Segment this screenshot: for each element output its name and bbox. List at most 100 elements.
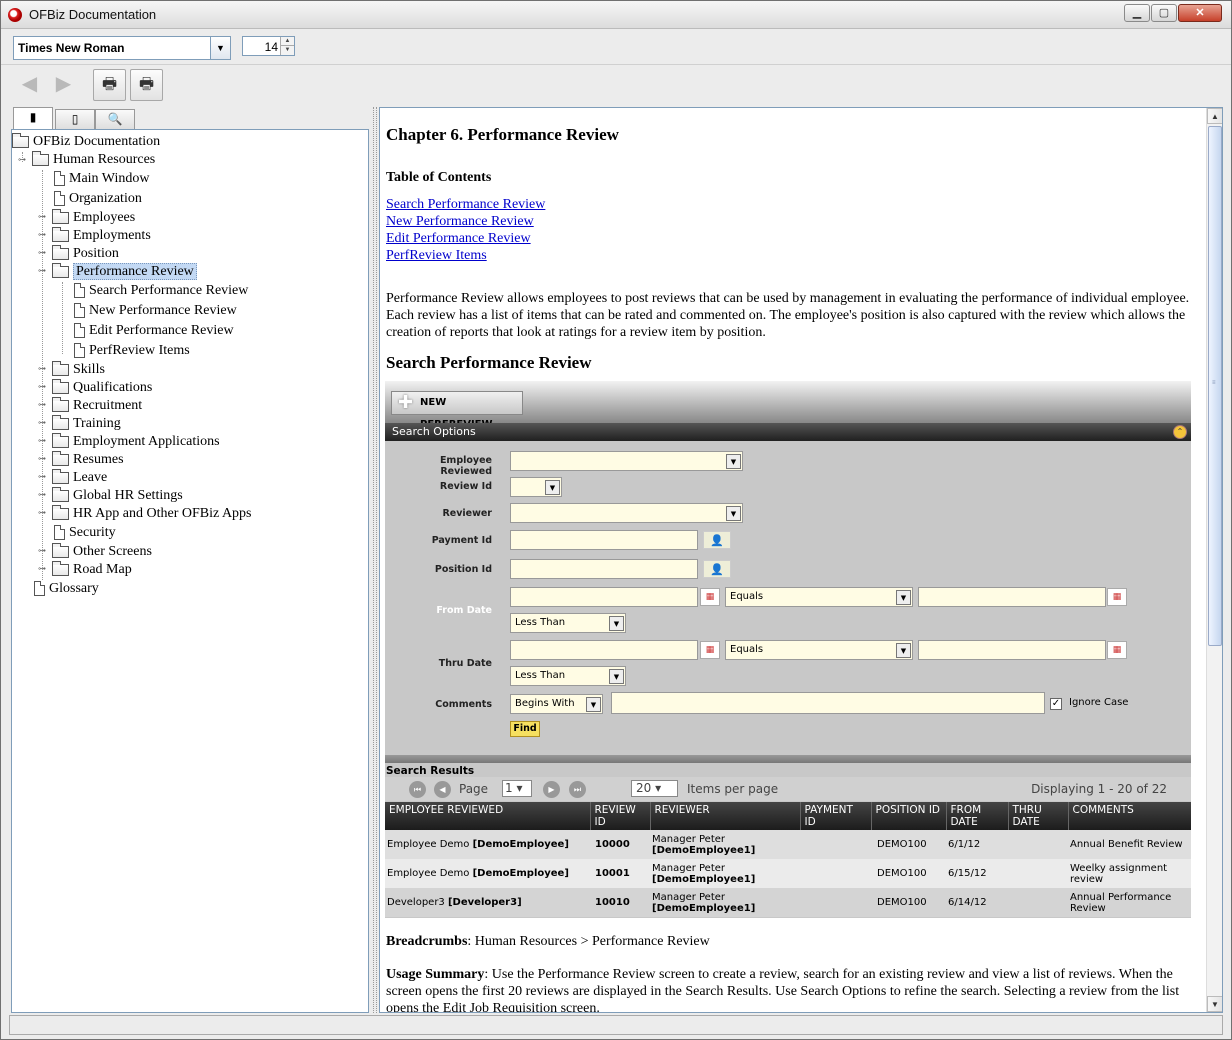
usage-text: : Use the Performance Review screen to c…: [386, 967, 1180, 1013]
font-family-select[interactable]: Times New Roman ▼: [13, 36, 231, 60]
tree-label: Global HR Settings: [73, 488, 183, 503]
tree-collapsed-handle-icon[interactable]: ⊶: [38, 365, 46, 373]
toc-link-new[interactable]: New Performance Review: [386, 214, 534, 230]
print-setup-button[interactable]: 🖶: [130, 69, 163, 101]
tree-label: Main Window: [69, 171, 150, 186]
grip-icon: ≡: [1212, 380, 1216, 386]
col-comments: COMMENTS: [1068, 802, 1191, 830]
thru-date-input-2: [918, 640, 1106, 660]
tree-node-position[interactable]: Position: [52, 244, 119, 263]
toc-link-edit[interactable]: Edit Performance Review: [386, 231, 531, 247]
tree-collapsed-handle-icon[interactable]: ⊶: [38, 547, 46, 555]
tree-node-hr-app-and-other-apps[interactable]: HR App and Other OFBiz Apps: [52, 504, 252, 523]
chevron-down-icon: ▼: [726, 454, 741, 469]
tree-collapsed-handle-icon[interactable]: ⊶: [38, 509, 46, 517]
close-button[interactable]: ✕: [1178, 4, 1222, 22]
thru-date-op2-select: Less Than ▼: [510, 666, 626, 686]
cell-reviewer: Manager Peter [DemoEmployee1]: [650, 888, 800, 917]
tree-node-edit-performance-review[interactable]: Edit Performance Review: [74, 322, 234, 340]
document-viewer: Chapter 6. Performance Review Table of C…: [379, 107, 1223, 1013]
tree-collapsed-handle-icon[interactable]: ⊶: [38, 455, 46, 463]
cell-payment-id: [800, 859, 871, 888]
spin-down-icon[interactable]: ▼: [280, 46, 294, 55]
search-results-label: Search Results: [386, 765, 475, 777]
tree-collapsed-handle-icon[interactable]: ⊶: [38, 249, 46, 257]
results-table: EMPLOYEE REVIEWED REVIEW ID REVIEWER PAY…: [385, 802, 1191, 917]
tree-node-leave[interactable]: Leave: [52, 468, 107, 487]
tree-node-global-hr-settings[interactable]: Global HR Settings: [52, 486, 183, 505]
vertical-scrollbar[interactable]: ▲ ≡ ▼: [1206, 108, 1222, 1012]
minimize-button[interactable]: ▁: [1124, 4, 1150, 22]
tree-node-performance-review[interactable]: Performance Review: [52, 262, 197, 281]
tree-collapsed-handle-icon[interactable]: ⊶: [38, 437, 46, 445]
tree-collapsed-handle-icon[interactable]: ⊶: [38, 565, 46, 573]
chevron-down-icon[interactable]: ▼: [210, 37, 230, 59]
tree-node-security[interactable]: Security: [54, 524, 116, 542]
scroll-up-icon[interactable]: ▲: [1207, 108, 1222, 124]
tree-collapsed-handle-icon[interactable]: ⊶: [38, 419, 46, 427]
tree-node-perfreview-items[interactable]: PerfReview Items: [74, 342, 190, 360]
back-button[interactable]: ◀: [13, 69, 46, 101]
font-size-spinner[interactable]: 14 ▲ ▼: [242, 36, 295, 56]
tree-node-employment-applications[interactable]: Employment Applications: [52, 432, 220, 451]
tree-node-skills[interactable]: Skills: [52, 360, 105, 379]
tree-collapsed-handle-icon[interactable]: ⊶: [38, 491, 46, 499]
tab-index[interactable]: ▯: [55, 109, 95, 129]
scroll-down-icon[interactable]: ▼: [1207, 996, 1222, 1012]
search-options-title: Search Options: [392, 425, 476, 438]
maximize-button[interactable]: ▢: [1151, 4, 1177, 22]
tree-collapsed-handle-icon[interactable]: ⊶: [38, 231, 46, 239]
cell-review-id: 10001: [590, 859, 650, 888]
document-icon: [54, 191, 65, 207]
new-perfreview-button: ✚NEW PERFREVIEW: [391, 391, 523, 430]
split-pane-divider[interactable]: [371, 107, 379, 1013]
scrollbar-thumb[interactable]: ≡: [1208, 126, 1222, 646]
cell-employee: Employee Demo [DemoEmployee]: [385, 859, 590, 888]
from-date-input: [510, 587, 698, 607]
tree-node-search-performance-review[interactable]: Search Performance Review: [74, 282, 248, 300]
spin-up-icon[interactable]: ▲: [280, 37, 294, 46]
from-op-value: Equals: [730, 591, 764, 602]
tree-node-glossary[interactable]: Glossary: [34, 580, 99, 598]
tree-node-resumes[interactable]: Resumes: [52, 450, 124, 469]
tab-search[interactable]: 🔍: [95, 109, 135, 129]
printer-setup-icon: 🖶: [138, 76, 155, 93]
tree-node-organization[interactable]: Organization: [54, 190, 142, 208]
per-page-select: 20 ▾: [631, 780, 678, 797]
print-button[interactable]: 🖶: [93, 69, 126, 101]
tree-node-recruitment[interactable]: Recruitment: [52, 396, 142, 415]
tree-node-qualifications[interactable]: Qualifications: [52, 378, 152, 397]
cell-comments: Annual Performance Review: [1068, 888, 1191, 917]
toc-link-items[interactable]: PerfReview Items: [386, 248, 487, 264]
tree-node-employees[interactable]: Employees: [52, 208, 136, 227]
tree-node-root[interactable]: OFBiz Documentation: [12, 132, 160, 151]
find-button: Find: [510, 721, 540, 737]
tree-collapsed-handle-icon[interactable]: ⊶: [38, 213, 46, 221]
forward-button[interactable]: ▶: [47, 69, 80, 101]
tree-label: Employees: [73, 210, 136, 225]
toc-link-search[interactable]: Search Performance Review: [386, 197, 545, 213]
tree-node-main-window[interactable]: Main Window: [54, 170, 149, 188]
tree-node-training[interactable]: Training: [52, 414, 121, 433]
calendar-icon: ▦: [1107, 641, 1127, 659]
tree-node-new-performance-review[interactable]: New Performance Review: [74, 302, 237, 320]
comments-op-value: Begins With: [515, 698, 575, 709]
lookup-icon: 👤: [703, 531, 731, 549]
tree-expanded-handle-icon[interactable]: ⊶: [18, 156, 26, 164]
tree-node-employments[interactable]: Employments: [52, 226, 151, 245]
tree-label: Employment Applications: [73, 434, 220, 449]
divider-grip[interactable]: [373, 107, 377, 1013]
book-icon: ▮: [29, 110, 37, 124]
tree-collapsed-handle-icon[interactable]: ⊶: [38, 473, 46, 481]
tree-node-human-resources[interactable]: Human Resources: [32, 150, 155, 169]
label-comments: Comments: [435, 699, 492, 710]
tree-node-other-screens[interactable]: Other Screens: [52, 542, 152, 561]
previous-page-icon: ◀: [434, 781, 451, 798]
tab-contents[interactable]: ▮: [13, 107, 53, 129]
tree-node-road-map[interactable]: Road Map: [52, 560, 132, 579]
tree-collapsed-handle-icon[interactable]: ⊶: [38, 383, 46, 391]
chevron-down-icon: ▼: [586, 697, 601, 712]
tree-expanded-handle-icon[interactable]: ⊶: [38, 267, 46, 275]
tree-collapsed-handle-icon[interactable]: ⊶: [38, 401, 46, 409]
document-icon: [34, 581, 45, 597]
